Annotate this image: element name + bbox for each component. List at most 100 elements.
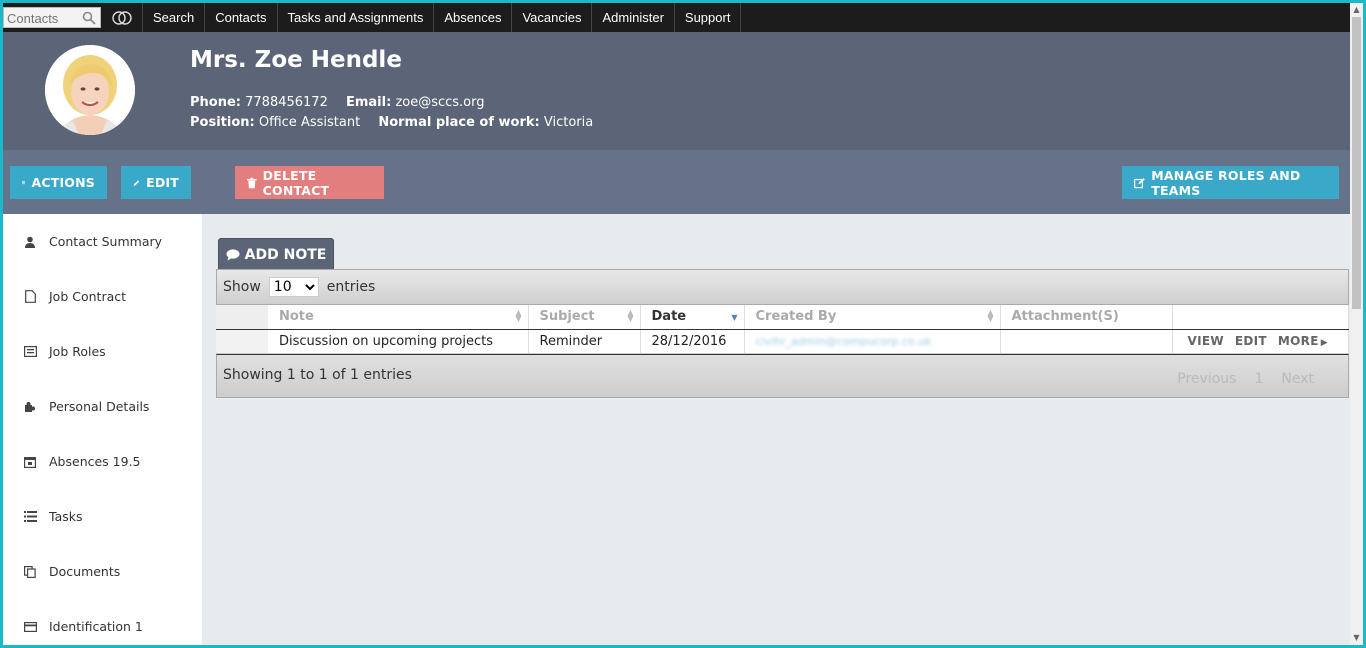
files-icon [23, 565, 37, 579]
column-header-label: Attachment(S) [1011, 309, 1119, 325]
nav-contacts[interactable]: Contacts [205, 3, 278, 32]
position-value: Office Assistant [258, 115, 361, 130]
sidebar-item-documents[interactable]: Documents [23, 564, 120, 579]
nav-support[interactable]: Support [675, 3, 742, 32]
menu-icon [22, 180, 26, 185]
more-dropdown[interactable]: MORE ▶ [1278, 334, 1328, 348]
column-header-actions [1172, 305, 1349, 330]
sidebar-item-tasks[interactable]: Tasks [23, 509, 83, 524]
entries-label: entries [326, 279, 376, 295]
sidebar-item-label: Personal Details [49, 399, 150, 414]
edit-square-icon [1134, 177, 1145, 188]
page-number-button[interactable]: 1 [1254, 371, 1263, 387]
contact-info-line-2: Position: Office Assistant Normal place … [190, 115, 593, 130]
search-icon[interactable] [82, 11, 96, 25]
actions-button[interactable]: ACTIONS [10, 166, 107, 199]
sidebar-item-absences[interactable]: Absences 19.5 [23, 454, 141, 469]
page-size-select[interactable]: 10 [268, 277, 319, 297]
comment-icon [226, 248, 240, 260]
sort-icon: ▲ ▼ [627, 308, 634, 323]
workplace-label: Normal place of work: [378, 115, 540, 130]
created-by-link[interactable]: civihr_admin@compucorp.co.uk [756, 335, 932, 348]
subject-cell: Reminder [528, 329, 641, 354]
column-header-label: Date [651, 309, 687, 325]
manage-roles-and-teams-label: MANAGE ROLES AND TEAMS [1151, 167, 1301, 198]
table-row: Discussion on upcoming projects Reminder… [216, 329, 1349, 354]
delete-contact-button[interactable]: DELETE CONTACT [235, 166, 384, 199]
nav-administer[interactable]: Administer [592, 3, 675, 32]
scroll-up-icon[interactable]: ▲ [1352, 5, 1361, 15]
sidebar-item-label: Tasks [49, 509, 83, 524]
more-label: MORE [1277, 334, 1319, 348]
sidebar-item-label: Identification 1 [49, 619, 143, 634]
caret-right-icon: ▶ [1320, 338, 1328, 348]
sidebar-item-label: Contact Summary [49, 234, 163, 249]
sidebar-item-personal-details[interactable]: Personal Details [23, 399, 149, 414]
nav-vacancies[interactable]: Vacancies [512, 3, 593, 32]
edit-link[interactable]: EDIT [1235, 334, 1267, 348]
row-actions: VIEW EDIT MORE ▶ [1188, 334, 1349, 348]
column-header-label: Created By [755, 309, 837, 325]
sidebar-item-label: Documents [49, 564, 121, 579]
view-link[interactable]: VIEW [1188, 334, 1224, 348]
column-header-blank [216, 305, 268, 330]
row-actions-cell: VIEW EDIT MORE ▶ [1172, 329, 1349, 354]
phone-label: Phone: [190, 95, 241, 110]
vertical-scrollbar[interactable]: ▲ ▼ [1350, 3, 1363, 645]
next-page-button[interactable]: Next [1281, 371, 1314, 387]
civi-logo-icon[interactable] [101, 3, 143, 32]
edit-button-label: EDIT [146, 175, 179, 190]
sidebar: Contact Summary Job Contract Job Roles P… [3, 214, 202, 645]
contact-name: Mrs. Zoe Hendle [190, 47, 402, 73]
delete-contact-button-label: DELETE CONTACT [262, 167, 330, 198]
date-cell: 28/12/2016 [640, 329, 745, 354]
show-label: Show [223, 279, 261, 295]
column-header-date[interactable]: Date ▼ [640, 305, 745, 330]
user-icon [23, 235, 37, 249]
column-header-subject[interactable]: Subject ▲ ▼ [528, 305, 641, 330]
nav-search[interactable]: Search [143, 3, 206, 32]
created-by-cell: civihr_admin@compucorp.co.uk [744, 329, 1001, 354]
table-footer: Showing 1 to 1 of 1 entries Previous 1 N… [216, 354, 1349, 398]
pencil-icon [133, 179, 140, 186]
top-nav: Search Contacts Tasks and Assignments Ab… [3, 3, 1350, 32]
column-header-created-by[interactable]: Created By ▲ ▼ [744, 305, 1001, 330]
scrollbar-thumb[interactable] [1352, 17, 1361, 309]
sidebar-item-label: Job Contract [49, 289, 127, 304]
manage-roles-and-teams-button[interactable]: MANAGE ROLES AND TEAMS [1122, 166, 1339, 199]
sort-icon: ▲ ▼ [515, 308, 522, 323]
previous-page-button[interactable]: Previous [1177, 371, 1236, 387]
column-header-note[interactable]: Note ▲ ▼ [268, 305, 529, 330]
scroll-down-icon[interactable]: ▼ [1352, 633, 1361, 643]
sidebar-item-job-roles[interactable]: Job Roles [23, 344, 106, 359]
note-cell: Discussion on upcoming projects [268, 329, 529, 354]
trash-icon [247, 177, 257, 188]
column-header-attachments: Attachment(S) [1000, 305, 1173, 330]
id-card-icon [23, 620, 37, 634]
table-info: Showing 1 to 1 of 1 entries [223, 367, 412, 383]
sidebar-item-job-contract[interactable]: Job Contract [23, 289, 126, 304]
actions-button-label: ACTIONS [31, 175, 95, 190]
sort-desc-icon: ▼ [731, 313, 738, 322]
pagination: Previous 1 Next [1177, 371, 1314, 387]
notes-table: Note ▲ ▼ Subject ▲ ▼ Date ▼ Created By ▲ ▼ … [216, 305, 1349, 354]
attachments-cell [1000, 329, 1173, 354]
calendar-icon [23, 455, 37, 469]
workplace-value: Victoria [543, 115, 594, 130]
row-spacer-cell [216, 329, 268, 354]
sidebar-item-label: Absences 19.5 [49, 454, 141, 469]
contact-info-line-1: Phone: 7788456172 Email: zoe@sccs.org [190, 95, 485, 110]
table-length-control: Show 10 entries [216, 269, 1349, 305]
position-label: Position: [190, 115, 255, 130]
list-alt-icon [23, 345, 37, 359]
edit-button[interactable]: EDIT [121, 166, 191, 199]
column-header-label: Subject [539, 309, 595, 325]
app-frame: Search Contacts Tasks and Assignments Ab… [3, 3, 1363, 645]
nav-absences[interactable]: Absences [434, 3, 513, 32]
nav-tasks-and-assignments[interactable]: Tasks and Assignments [278, 3, 435, 32]
add-note-button[interactable]: ADD NOTE [218, 238, 334, 270]
sidebar-item-identification[interactable]: Identification 1 [23, 619, 143, 634]
sort-icon: ▲ ▼ [987, 308, 994, 323]
phone-value: 7788456172 [245, 95, 328, 110]
sidebar-item-contact-summary[interactable]: Contact Summary [23, 234, 162, 249]
